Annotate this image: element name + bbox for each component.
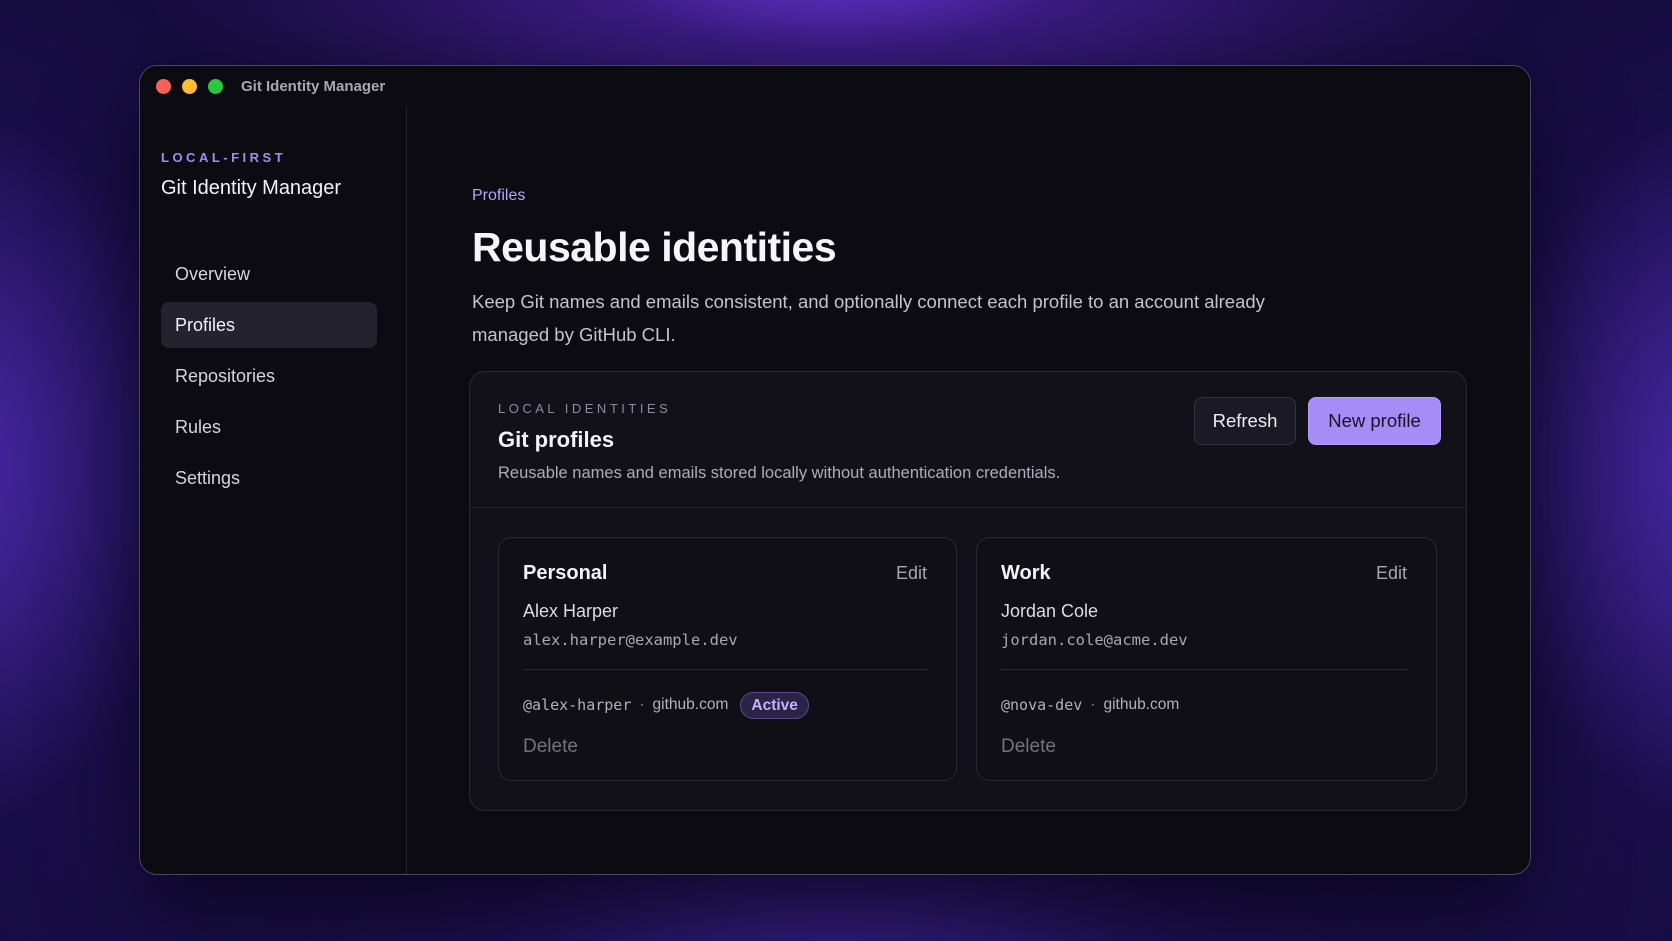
status-badge: Active (740, 691, 809, 719)
window-title: Git Identity Manager (241, 78, 386, 95)
separator: · (1090, 696, 1096, 713)
separator: · (639, 696, 645, 713)
profile-card-personal: Personal Edit Alex Harper alex.harper@ex… (498, 537, 957, 781)
account-host: github.com (652, 696, 729, 713)
close-window-button[interactable] (156, 79, 171, 94)
page-description: Keep Git names and emails consistent, an… (472, 291, 1265, 345)
divider (523, 669, 927, 670)
account-host: github.com (1103, 696, 1180, 713)
title-bar: Git Identity Manager (140, 66, 1530, 106)
app-name: Git Identity Manager (161, 177, 342, 199)
new-profile-button[interactable]: New profile (1308, 397, 1441, 445)
sidebar-eyebrow: LOCAL-FIRST (161, 150, 287, 165)
edit-profile-button[interactable]: Edit (1376, 563, 1407, 584)
card-eyebrow: LOCAL IDENTITIES (498, 401, 672, 416)
sidebar-item-repositories[interactable]: Repositories (161, 353, 377, 399)
sidebar-item-rules[interactable]: Rules (161, 404, 377, 450)
profile-name: Work (1001, 562, 1051, 584)
profile-card-work: Work Edit Jordan Cole jordan.cole@acme.d… (976, 537, 1437, 781)
profile-email: alex.harper@example.dev (523, 631, 738, 649)
divider (1001, 669, 1407, 670)
sidebar-nav: Overview Profiles Repositories Rules Set… (161, 251, 377, 506)
profile-person-name: Jordan Cole (1001, 601, 1099, 621)
delete-profile-button[interactable]: Delete (523, 736, 578, 758)
sidebar-item-settings[interactable]: Settings (161, 455, 377, 501)
sidebar: LOCAL-FIRST Git Identity Manager Overvie… (140, 106, 407, 874)
profile-email: jordan.cole@acme.dev (1001, 631, 1188, 649)
profile-account: @nova-dev · github.com (1001, 691, 1179, 719)
github-handle: @alex-harper (523, 696, 632, 714)
delete-profile-button[interactable]: Delete (1001, 736, 1056, 758)
profile-name: Personal (523, 562, 608, 584)
minimize-window-button[interactable] (182, 79, 197, 94)
git-profiles-card: LOCAL IDENTITIES Git profiles Reusable n… (469, 371, 1467, 811)
edit-profile-button[interactable]: Edit (896, 563, 927, 584)
card-header: LOCAL IDENTITIES Git profiles Reusable n… (470, 372, 1466, 508)
breadcrumb[interactable]: Profiles (472, 187, 525, 205)
card-title: Git profiles (498, 427, 615, 452)
page-title: Reusable identities (472, 224, 837, 270)
github-handle: @nova-dev (1001, 696, 1083, 714)
sidebar-item-profiles[interactable]: Profiles (161, 302, 377, 348)
refresh-button[interactable]: Refresh (1194, 397, 1296, 445)
profile-account: @alex-harper · github.com Active (523, 691, 809, 719)
maximize-window-button[interactable] (208, 79, 223, 94)
profile-person-name: Alex Harper (523, 601, 619, 621)
app-window: Git Identity Manager LOCAL-FIRST Git Ide… (139, 65, 1531, 875)
main-content: Profiles Reusable identities Keep Git na… (407, 106, 1530, 874)
sidebar-item-overview[interactable]: Overview (161, 251, 377, 297)
card-description: Reusable names and emails stored locally… (498, 464, 1061, 482)
